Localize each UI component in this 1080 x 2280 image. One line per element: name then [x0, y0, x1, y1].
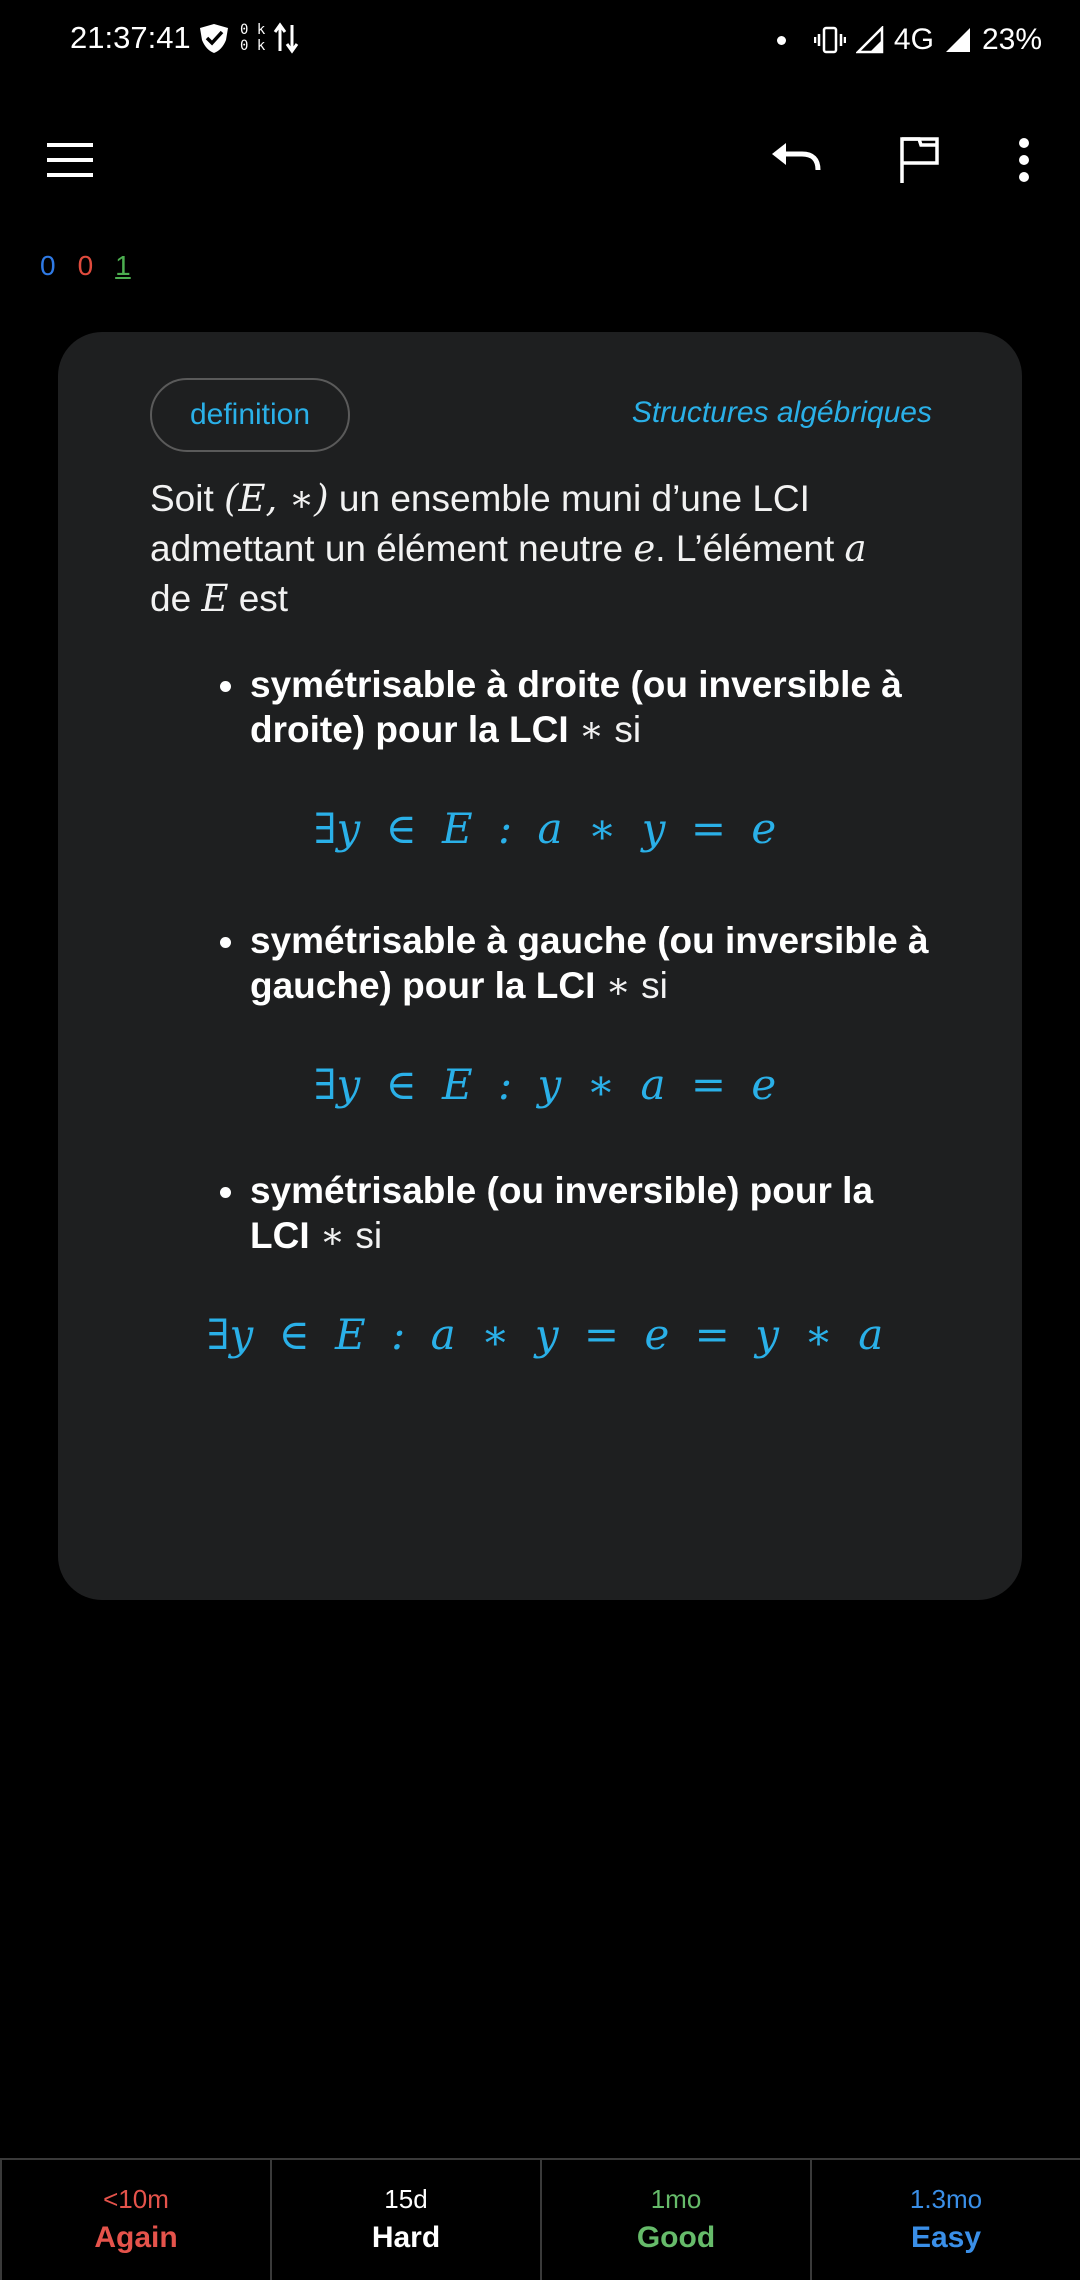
battery-level: 23%: [981, 23, 1042, 56]
flag-icon: [900, 137, 939, 183]
hard-button[interactable]: 15d Hard: [272, 2160, 542, 2280]
list-item: symétrisable à gauche (ou inversible à g…: [150, 918, 940, 1008]
answer-bar: <10m Again 15d Hard 1mo Good 1.3mo Easy: [0, 2158, 1080, 2280]
hard-interval: 15d: [384, 2184, 428, 2214]
more-options-button[interactable]: [994, 130, 1054, 190]
again-interval: <10m: [103, 2184, 169, 2214]
formula-right: ∃y ∈ E : a ∗ y = e: [313, 804, 777, 853]
status-time: 21:37:41: [70, 20, 191, 55]
status-bar: 21:37:41 0 k 0 k 4G 23%: [0, 0, 1080, 80]
easy-label: Easy: [910, 2221, 982, 2254]
new-count: 0: [40, 250, 56, 281]
data-transfer-icon: [274, 22, 299, 54]
signal-full-icon: [945, 28, 970, 52]
again-button[interactable]: <10m Again: [0, 2160, 272, 2280]
network-speed: 0 k 0 k: [240, 22, 266, 54]
notification-dot-icon: [776, 35, 786, 45]
list-item: symétrisable à droite (ou inversible à d…: [150, 662, 940, 752]
easy-button[interactable]: 1.3mo Easy: [812, 2160, 1080, 2280]
math-neutral: e: [633, 527, 656, 570]
toolbar: [0, 110, 1080, 210]
good-button[interactable]: 1mo Good: [542, 2160, 812, 2280]
menu-button[interactable]: [40, 130, 100, 190]
card-intro: Soit (E, ∗) un ensemble muni d’une LCI a…: [150, 477, 867, 620]
network-type: 4G: [893, 23, 934, 56]
good-label: Good: [636, 2221, 716, 2254]
math-element: a: [844, 527, 867, 570]
menu-icon: [47, 143, 93, 177]
vibrate-icon: [813, 26, 846, 54]
formula-left: ∃y ∈ E : y ∗ a = e: [313, 1060, 777, 1109]
card-content: Soit (E, ∗) un ensemble muni d’une LCI a…: [150, 474, 940, 1418]
more-vert-icon: [1019, 138, 1029, 182]
good-interval: 1mo: [650, 2184, 702, 2214]
verified-shield-icon: [200, 24, 228, 53]
hard-label: Hard: [371, 2221, 441, 2254]
definition-list: symétrisable à droite (ou inversible à d…: [150, 662, 940, 752]
flashcard[interactable]: definition Structures algébriques Soit (…: [58, 332, 1022, 1600]
deck-name: Structures algébriques: [631, 396, 932, 429]
review-count: 1: [115, 250, 131, 281]
undo-button[interactable]: [766, 130, 826, 190]
list-item: symétrisable (ou inversible) pour la LCI…: [150, 1168, 940, 1258]
tag-badge[interactable]: definition: [150, 378, 350, 452]
math-set-op: (E, ∗): [224, 477, 329, 520]
learning-count: 0: [77, 250, 94, 281]
easy-interval: 1.3mo: [909, 2184, 983, 2214]
formula-both: ∃y ∈ E : a ∗ y = e = y ∗ a: [206, 1310, 884, 1359]
math-set: E: [201, 577, 229, 620]
card-counts: 0 0 1: [40, 250, 131, 282]
again-label: Again: [94, 2221, 178, 2254]
flag-button[interactable]: [890, 130, 950, 190]
signal-icon: [855, 26, 884, 54]
undo-icon: [772, 143, 821, 171]
